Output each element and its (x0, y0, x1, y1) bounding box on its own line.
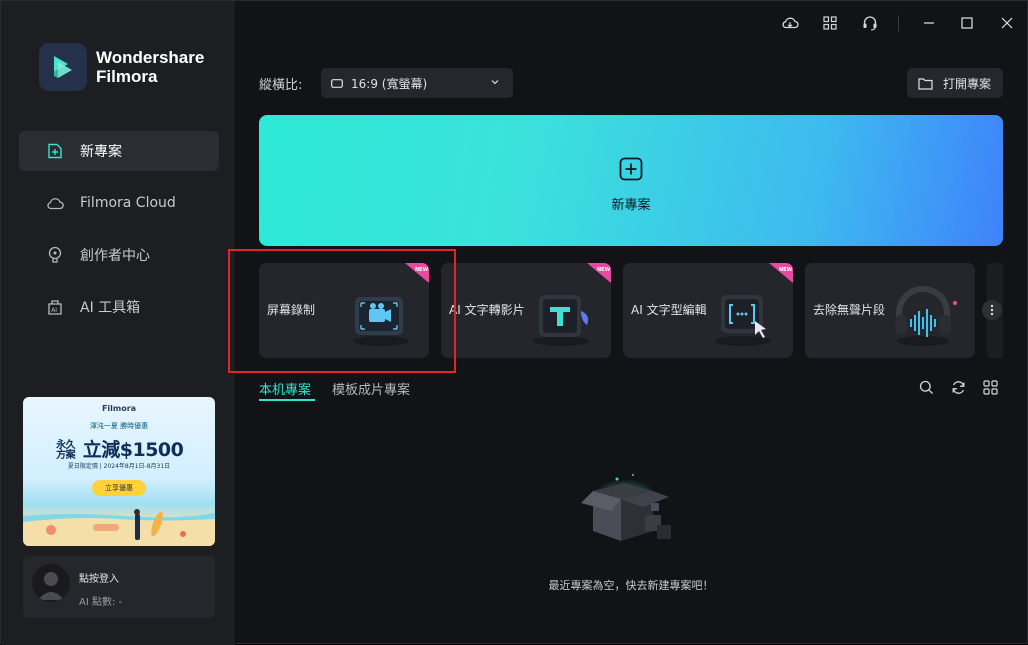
sidebar-item-label: Filmora Cloud (80, 195, 176, 211)
svg-text:NEW: NEW (597, 267, 611, 273)
tool-card-label: 去除無聲片段 (813, 303, 886, 317)
app-name-line1: Wondershare (96, 48, 205, 67)
sidebar-item-label: 新專案 (80, 144, 122, 160)
empty-box-illustration (581, 474, 671, 541)
sidebar-item-filmora-cloud[interactable]: Filmora Cloud (19, 183, 219, 223)
tab-active-indicator (259, 399, 315, 401)
svg-text:NEW: NEW (415, 267, 429, 273)
tool-card-ai-text-to-video[interactable]: AI 文字轉影片 NEW (441, 263, 611, 358)
search-icon[interactable] (917, 378, 935, 396)
more-vertical-icon (990, 304, 994, 316)
aspect-ratio-label: 縱橫比: (259, 78, 303, 93)
more-tools-button[interactable] (982, 300, 1002, 320)
app-logo: Wondershare Filmora (39, 43, 216, 91)
sidebar-item-creator-hub[interactable]: 創作者中心 (19, 235, 219, 275)
tool-card-label: 屏幕錄制 (267, 303, 316, 317)
titlebar-separator (898, 15, 899, 31)
new-badge: NEW (405, 263, 429, 283)
widescreen-icon (331, 78, 343, 88)
new-project-hero-label: 新專案 (611, 198, 651, 213)
screen-recorder-icon (353, 297, 409, 346)
folder-icon (918, 77, 933, 90)
beach-illustration (23, 509, 215, 546)
promo-brand: Filmora (101, 404, 137, 413)
sidebar-item-label: AI 工具箱 (80, 300, 141, 316)
ai-toolbox-icon: AI (45, 297, 65, 317)
refresh-icon[interactable] (949, 378, 967, 396)
promo-subtitle: 渾沌一夏 勝時優惠 (89, 422, 149, 430)
promo-headline: 永久方案 立減$1500 (23, 435, 215, 462)
tool-card-label: AI 文字型編輯 (631, 303, 707, 317)
svg-text:AI: AI (51, 307, 57, 314)
sidebar-item-label: 創作者中心 (80, 248, 150, 264)
text-editing-icon (715, 295, 771, 346)
text-to-video-icon (533, 295, 589, 346)
promo-date: 夏日限定價 | 2024年8月1日-8月31日 (67, 463, 171, 470)
promo-discount: 立減$1500 (82, 439, 184, 461)
headset-icon[interactable] (860, 13, 880, 33)
new-project-icon (45, 141, 65, 161)
sidebar-item-ai-toolbox[interactable]: AI AI 工具箱 (19, 287, 219, 327)
aspect-ratio-value: 16:9 (寬螢幕) (351, 76, 428, 91)
new-badge: NEW (769, 263, 793, 283)
lightbulb-icon (45, 245, 65, 265)
grid-apps-icon[interactable] (820, 13, 840, 33)
filmora-window: Wondershare Filmora 新專案 Filmora Cloud 創作… (0, 0, 1028, 645)
promo-button[interactable]: 立享優惠 (92, 480, 146, 496)
open-project-button[interactable]: 打開專案 (907, 68, 1003, 98)
minimize-icon[interactable] (919, 13, 939, 33)
tool-card-screen-recorder[interactable]: 屏幕錄制 NEW (259, 263, 429, 358)
headphones-waveform-icon (895, 286, 957, 346)
app-name: Wondershare Filmora (96, 48, 216, 86)
filmora-logo-icon (39, 43, 87, 91)
grid-view-icon[interactable] (981, 378, 999, 396)
sidebar: Wondershare Filmora 新專案 Filmora Cloud 創作… (1, 1, 235, 645)
new-project-hero-button[interactable]: 新專案 (259, 115, 1003, 246)
tool-card-ai-text-based-editing[interactable]: AI 文字型編輯 NEW (623, 263, 793, 358)
new-badge: NEW (587, 263, 611, 283)
tool-card-remove-silence[interactable]: 去除無聲片段 (805, 263, 975, 358)
app-name-line2: Filmora (96, 67, 158, 86)
add-icon (619, 157, 643, 181)
tab-template-projects[interactable]: 模板成片專案 (332, 379, 410, 398)
empty-state-message: 最近專案為空，快去新建專案吧！ (548, 579, 714, 592)
cloud-icon (45, 193, 65, 213)
maximize-icon[interactable] (957, 13, 977, 33)
chevron-down-icon (491, 80, 499, 85)
close-icon[interactable] (997, 13, 1017, 33)
promo-banner[interactable]: Filmora 渾沌一夏 勝時優惠 永久方案 立減$1500 夏日限定價 | 2… (23, 397, 215, 546)
ai-points: AI 點數: - (79, 597, 123, 608)
open-project-label: 打開專案 (943, 76, 992, 91)
promo-plan: 永久方案 (56, 439, 76, 461)
tab-local-projects[interactable]: 本机專案 (259, 379, 311, 398)
svg-text:NEW: NEW (779, 267, 793, 273)
cloud-download-icon[interactable] (780, 13, 800, 33)
tool-card-label: AI 文字轉影片 (449, 303, 525, 317)
aspect-ratio-select[interactable]: 16:9 (寬螢幕) (321, 68, 513, 98)
sidebar-item-new-project[interactable]: 新專案 (19, 131, 219, 171)
sidebar-nav: 新專案 Filmora Cloud 創作者中心 AI AI 工具箱 (19, 131, 219, 339)
